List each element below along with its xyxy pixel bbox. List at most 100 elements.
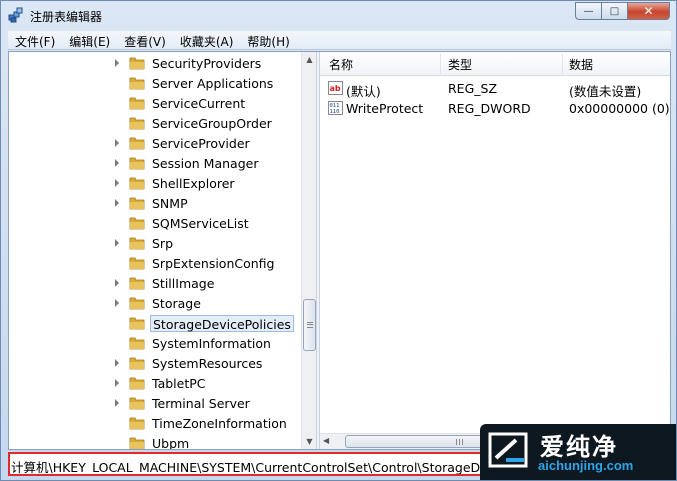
- tree-item[interactable]: TabletPC: [9, 373, 301, 393]
- tree-item[interactable]: StillImage: [9, 273, 301, 293]
- tree-item[interactable]: SQMServiceList: [9, 213, 301, 233]
- tree-item-label: Srp: [152, 236, 174, 251]
- tree-item[interactable]: Terminal Server: [9, 393, 301, 413]
- folder-icon: [129, 277, 145, 290]
- window-title: 注册表编辑器: [30, 10, 103, 24]
- folder-icon: [129, 357, 145, 370]
- value-row[interactable]: ab (默认) REG_SZ (数值未设置): [320, 78, 670, 99]
- folder-icon: [129, 197, 145, 210]
- tree-item[interactable]: Ubpm: [9, 433, 301, 449]
- watermark: 爱纯净 aichunjing.com: [480, 424, 676, 480]
- watermark-url: aichunjing.com: [538, 458, 634, 473]
- folder-icon: [129, 397, 145, 410]
- window-controls: — □ ✕: [575, 2, 670, 21]
- tree-item[interactable]: ServiceProvider: [9, 133, 301, 153]
- folder-icon: [129, 117, 145, 130]
- tree-item[interactable]: TimeZoneInformation: [9, 413, 301, 433]
- minimize-button[interactable]: —: [575, 2, 601, 20]
- tree-item[interactable]: SecurityProviders: [9, 53, 301, 73]
- tree-item-label: TabletPC: [152, 376, 206, 391]
- expand-arrow-icon[interactable]: [115, 239, 119, 247]
- scroll-down-icon[interactable]: ▼: [302, 434, 316, 449]
- folder-icon: [129, 437, 145, 449]
- tree-item-label: StorageDevicePolicies: [150, 315, 294, 332]
- expand-arrow-icon[interactable]: [115, 199, 119, 207]
- column-data-header[interactable]: 数据: [569, 56, 593, 73]
- svg-text:ab: ab: [330, 84, 341, 93]
- expand-arrow-icon[interactable]: [115, 379, 119, 387]
- folder-icon: [129, 57, 145, 70]
- folder-icon: [129, 377, 145, 390]
- binary-value-icon: 011 110: [328, 101, 343, 115]
- expand-arrow-icon[interactable]: [115, 179, 119, 187]
- expand-arrow-icon[interactable]: [115, 299, 119, 307]
- tree-item-label: SystemResources: [152, 356, 263, 371]
- menu-view[interactable]: 查看(V): [117, 31, 173, 50]
- menu-favorites[interactable]: 收藏夹(A): [173, 31, 241, 50]
- regedit-app-icon: [8, 7, 23, 23]
- tree-item[interactable]: ServiceCurrent: [9, 93, 301, 113]
- tree-item[interactable]: Srp: [9, 233, 301, 253]
- expand-arrow-icon[interactable]: [115, 159, 119, 167]
- menu-edit[interactable]: 编辑(E): [62, 31, 117, 50]
- scroll-up-icon[interactable]: ▲: [302, 52, 316, 67]
- registry-path: 计算机\HKEY_LOCAL_MACHINE\SYSTEM\CurrentCon…: [11, 460, 498, 475]
- tree-item[interactable]: Storage: [9, 293, 301, 313]
- grip-icon: [456, 439, 463, 445]
- expand-arrow-icon[interactable]: [115, 139, 119, 147]
- tree-item-label: SystemInformation: [152, 336, 271, 351]
- maximize-button[interactable]: □: [601, 2, 627, 20]
- tree-item[interactable]: SystemResources: [9, 353, 301, 373]
- expand-arrow-icon[interactable]: [115, 59, 119, 67]
- folder-icon: [129, 77, 145, 90]
- tree-item[interactable]: SystemInformation: [9, 333, 301, 353]
- value-row[interactable]: 011 110 WriteProtect REG_DWORD 0x0000000…: [320, 98, 670, 118]
- tree-item[interactable]: ServiceGroupOrder: [9, 113, 301, 133]
- tree-item[interactable]: SrpExtensionConfig: [9, 253, 301, 273]
- tree-vertical-scrollbar[interactable]: ▲ ▼: [301, 52, 316, 449]
- expand-arrow-icon[interactable]: [115, 399, 119, 407]
- folder-icon: [129, 417, 145, 430]
- folder-icon: [129, 177, 145, 190]
- tree-item-label: ServiceCurrent: [152, 96, 246, 111]
- column-separator[interactable]: [562, 54, 563, 74]
- value-type: REG_SZ: [448, 81, 498, 96]
- tree-item[interactable]: SNMP: [9, 193, 301, 213]
- menu-file[interactable]: 文件(F): [8, 31, 62, 50]
- tree-item-label: Storage: [152, 296, 201, 311]
- scroll-left-icon[interactable]: ◀: [323, 436, 329, 445]
- values-list-header: 名称 类型 数据: [320, 52, 670, 76]
- tree-item-label: ShellExplorer: [152, 176, 235, 191]
- menu-bar: 文件(F) 编辑(E) 查看(V) 收藏夹(A) 帮助(H): [8, 31, 671, 50]
- folder-icon: [129, 257, 145, 270]
- menu-help[interactable]: 帮助(H): [240, 31, 296, 50]
- tree-item-label: SecurityProviders: [152, 56, 262, 71]
- tree-item[interactable]: ShellExplorer: [9, 173, 301, 193]
- values-list-pane: 名称 类型 数据 ab (默认) REG_SZ (数值未设置) 011 110 …: [320, 52, 670, 449]
- tree-item-label: ServiceGroupOrder: [152, 116, 272, 131]
- value-data: 0x00000000 (0): [569, 101, 670, 116]
- expand-arrow-icon[interactable]: [115, 279, 119, 287]
- scroll-thumb[interactable]: [303, 299, 316, 351]
- tree-item-label: Session Manager: [152, 156, 259, 171]
- registry-editor-window: 注册表编辑器 — □ ✕ 文件(F) 编辑(E) 查看(V) 收藏夹(A) 帮助…: [0, 0, 677, 481]
- tree-item[interactable]: StorageDevicePolicies: [9, 313, 301, 333]
- tree-item-label: SrpExtensionConfig: [152, 256, 275, 271]
- column-type-header[interactable]: 类型: [448, 56, 472, 73]
- close-button[interactable]: ✕: [627, 2, 670, 20]
- key-tree-pane: SecurityProviders Server Applications Serv…: [9, 52, 316, 449]
- column-separator[interactable]: [440, 54, 441, 74]
- watermark-brand: 爱纯净: [540, 433, 618, 461]
- column-name-header[interactable]: 名称: [329, 56, 353, 73]
- value-type: REG_DWORD: [448, 101, 531, 116]
- folder-icon: [129, 337, 145, 350]
- tree-item[interactable]: Server Applications: [9, 73, 301, 93]
- tree-item-label: SQMServiceList: [152, 216, 249, 231]
- tree-item[interactable]: Session Manager: [9, 153, 301, 173]
- tree-item-label: Terminal Server: [152, 396, 250, 411]
- folder-icon: [129, 317, 145, 330]
- title-bar: 注册表编辑器 — □ ✕: [1, 1, 676, 31]
- folder-icon: [129, 137, 145, 150]
- string-value-icon: ab: [328, 81, 343, 95]
- expand-arrow-icon[interactable]: [115, 359, 119, 367]
